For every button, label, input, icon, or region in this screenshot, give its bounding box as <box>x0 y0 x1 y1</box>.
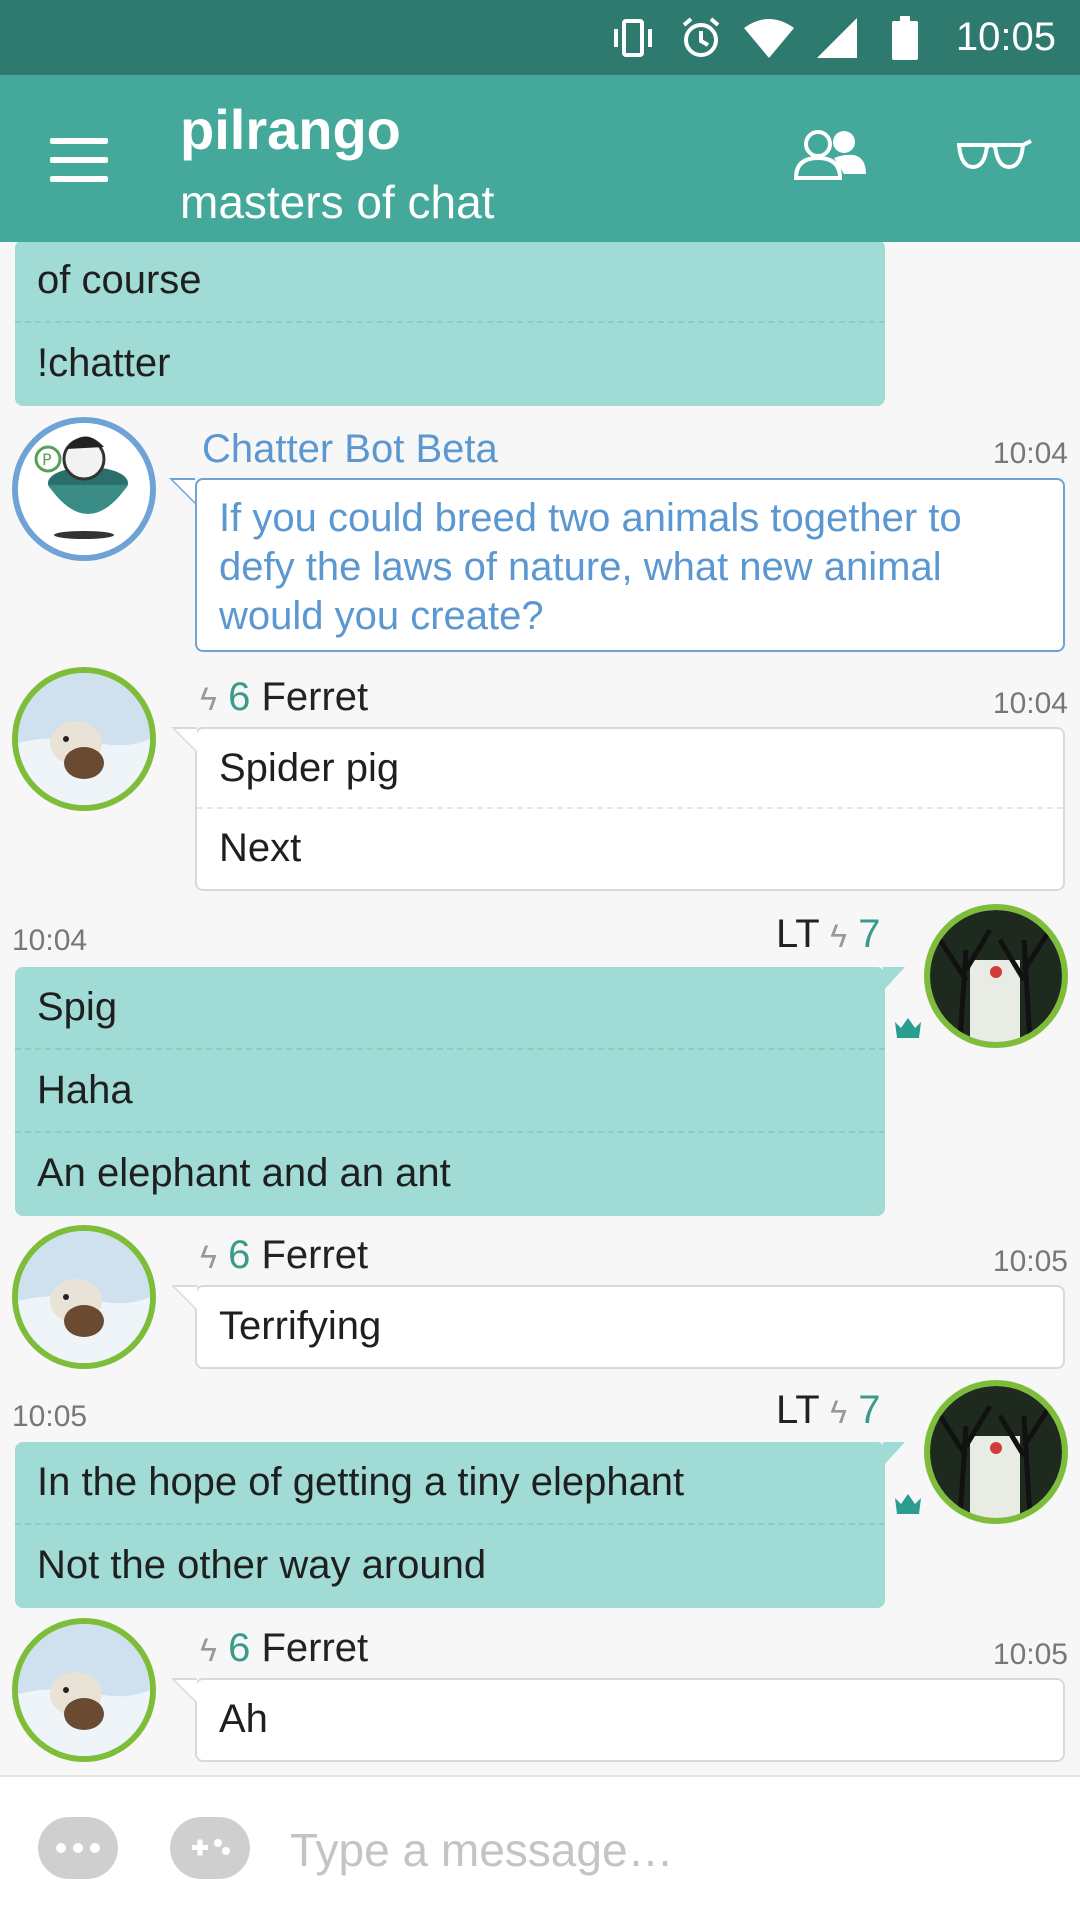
other-message: Ah <box>171 1678 1065 1762</box>
users-icon[interactable] <box>785 120 875 190</box>
bolt-icon: ϟ <box>830 918 848 954</box>
bolt-icon: ϟ <box>200 681 217 717</box>
own-message: In the hope of getting a tiny elephant N… <box>15 1442 905 1608</box>
signal-icon <box>812 13 862 63</box>
sender-name[interactable]: ϟ 6 Ferret <box>200 1233 368 1278</box>
app-bar: pilrango masters of chat <box>0 75 1080 242</box>
level-badge: 6 <box>228 675 251 719</box>
message-line: Haha <box>15 1050 885 1133</box>
status-bar: 10:05 <box>0 0 1080 75</box>
message-time: 10:05 <box>992 1638 1068 1671</box>
bot-message: If you could breed two animals together … <box>169 478 1065 652</box>
bubble-tail <box>171 1285 197 1311</box>
message-line: Terrifying <box>219 1304 382 1348</box>
wifi-icon <box>743 13 794 63</box>
own-message: of course !chatter <box>15 242 885 406</box>
crown-icon <box>893 1014 923 1040</box>
sender-name[interactable]: Chatter Bot Beta <box>202 427 498 472</box>
own-message: Spig Haha An elephant and an ant <box>15 967 905 1216</box>
message-line: of course <box>15 242 885 323</box>
gamepad-icon[interactable] <box>170 1817 250 1879</box>
crown-icon <box>893 1490 923 1516</box>
message-line: In the hope of getting a tiny elephant <box>15 1442 885 1525</box>
avatar[interactable] <box>924 904 1068 1048</box>
message-line: Spig <box>15 967 885 1050</box>
composer <box>0 1775 1080 1920</box>
message-input[interactable] <box>290 1807 1050 1892</box>
sender-label: LT <box>776 912 819 956</box>
sender-name[interactable]: ϟ 6 Ferret <box>200 1626 368 1671</box>
room-title: pilrango <box>180 98 401 161</box>
level-badge: 6 <box>228 1233 251 1277</box>
bolt-icon: ϟ <box>200 1239 217 1275</box>
sender-label: Ferret <box>261 1233 369 1277</box>
room-subtitle: masters of chat <box>180 176 495 228</box>
message-time: 10:04 <box>992 437 1068 470</box>
menu-icon[interactable] <box>50 125 120 195</box>
message-time: 10:04 <box>992 687 1068 720</box>
status-time: 10:05 <box>955 15 1056 59</box>
glasses-icon[interactable] <box>950 120 1040 190</box>
sender-label: Ferret <box>261 675 369 719</box>
message-time: 10:04 <box>12 924 88 957</box>
bubble-tail <box>883 967 905 991</box>
message-line: !chatter <box>37 341 171 385</box>
message-time: 10:05 <box>12 1400 88 1433</box>
message-time: 10:05 <box>992 1245 1068 1278</box>
avatar[interactable] <box>12 1618 156 1762</box>
message-text: If you could breed two animals together … <box>219 496 962 638</box>
other-message: Spider pig Next <box>171 727 1065 891</box>
svg-text:P: P <box>42 450 52 469</box>
avatar[interactable] <box>12 1225 156 1369</box>
message-line: Ah <box>219 1697 268 1741</box>
avatar[interactable]: P <box>12 417 156 561</box>
bolt-icon: ϟ <box>830 1394 848 1430</box>
bubble-tail <box>171 727 197 753</box>
avatar[interactable] <box>12 667 156 811</box>
battery-icon <box>880 13 930 63</box>
message-line: Next <box>219 826 302 870</box>
bolt-icon: ϟ <box>200 1632 217 1668</box>
bubble-tail <box>883 1442 905 1466</box>
sender-label: Ferret <box>261 1626 369 1670</box>
more-icon[interactable] <box>38 1817 118 1879</box>
message-line: An elephant and an ant <box>37 1151 451 1195</box>
bubble-tail <box>169 478 195 504</box>
chat-area[interactable]: of course !chatter P Chatter Bot Beta 10… <box>0 242 1080 1775</box>
alarm-icon <box>676 13 726 63</box>
other-message: Terrifying <box>171 1285 1065 1369</box>
level-badge: 6 <box>228 1626 251 1670</box>
vibrate-icon <box>608 13 658 63</box>
level-badge: 7 <box>858 912 881 956</box>
message-line: Not the other way around <box>37 1543 487 1587</box>
level-badge: 7 <box>858 1388 881 1432</box>
sender-name[interactable]: LT ϟ 7 <box>776 1388 880 1433</box>
avatar[interactable] <box>924 1380 1068 1524</box>
sender-name[interactable]: LT ϟ 7 <box>776 912 880 957</box>
sender-label: LT <box>776 1388 819 1432</box>
bubble-tail <box>171 1678 197 1704</box>
message-line: Spider pig <box>197 729 1063 809</box>
sender-name[interactable]: ϟ 6 Ferret <box>200 675 368 720</box>
